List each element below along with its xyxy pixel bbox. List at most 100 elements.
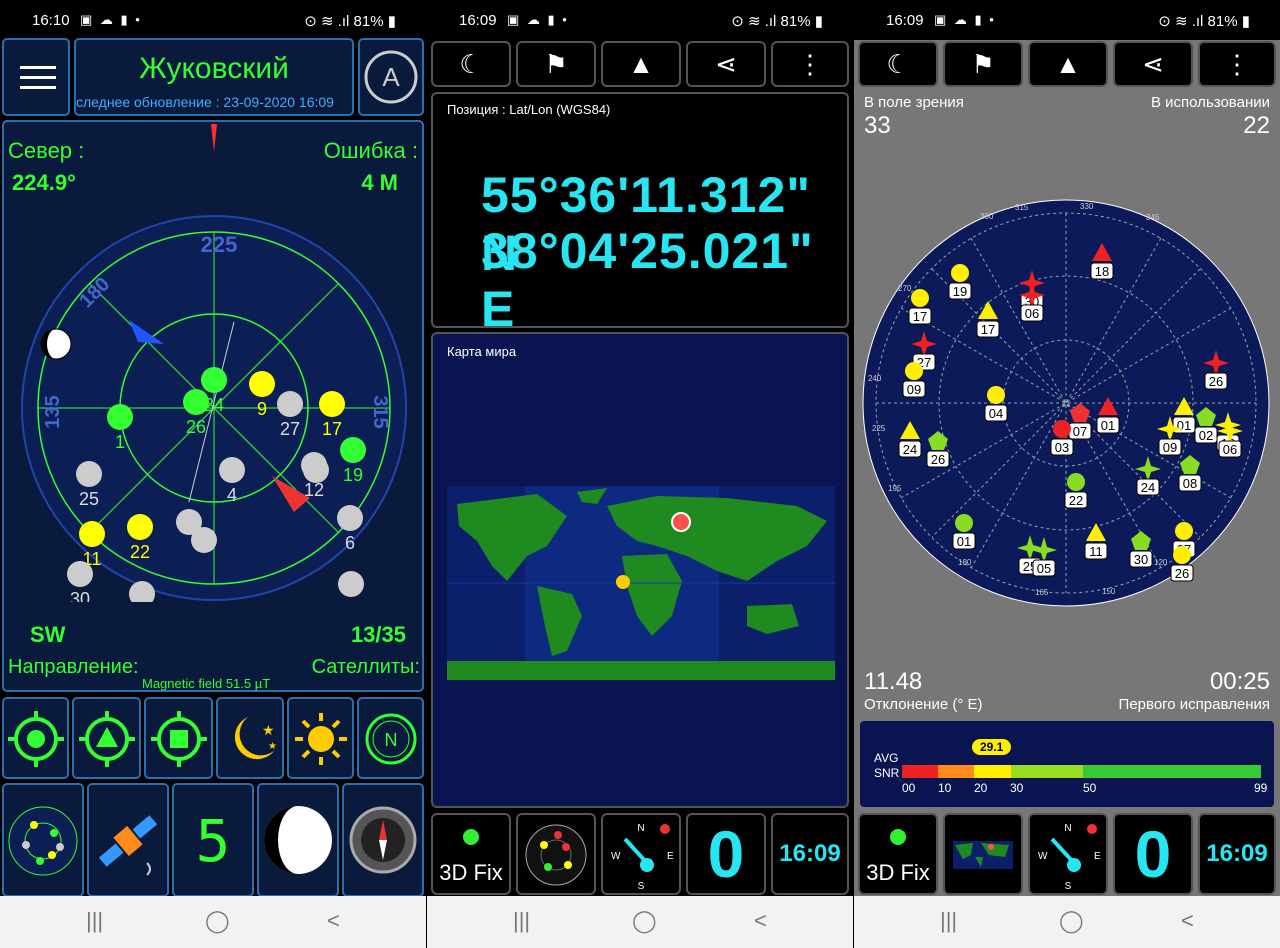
satellite-marker bbox=[337, 505, 363, 531]
satellite-label: 09 bbox=[1163, 440, 1177, 455]
sun-icon bbox=[295, 713, 347, 765]
svg-text:N: N bbox=[385, 730, 398, 750]
satellite-marker bbox=[219, 457, 245, 483]
snr-tick-label: 20 bbox=[974, 781, 988, 795]
back-icon[interactable]: < bbox=[327, 908, 340, 934]
satellite-count-button[interactable]: 0 bbox=[686, 813, 766, 895]
satellite-label: 07 bbox=[1073, 424, 1087, 439]
system-nav-bar: ||| ◯ < bbox=[854, 896, 1280, 948]
satellite-label: 05 bbox=[1037, 561, 1051, 576]
location-header: Жуковский следнее обновление : 23-09-202… bbox=[74, 38, 354, 116]
tick-135: 135 bbox=[42, 395, 64, 428]
target-triangle-button[interactable] bbox=[72, 697, 141, 779]
satellite-label: 6 bbox=[345, 533, 355, 553]
more-menu-button[interactable]: ⋮ bbox=[771, 41, 849, 87]
status-battery: ⊙ ≋ .ıl 81% ▮ bbox=[731, 13, 823, 30]
sky-degree-label: 165 bbox=[1035, 588, 1049, 597]
satellite-label: 30 bbox=[70, 589, 90, 602]
day-mode-button[interactable] bbox=[287, 697, 354, 779]
in-view-value: 33 bbox=[864, 112, 891, 139]
status-battery: ⊙ ≋ .ıl 81% ▮ bbox=[304, 13, 396, 30]
satellite-marker bbox=[1053, 420, 1071, 438]
snr-bar bbox=[902, 765, 1261, 778]
night-mode-button[interactable]: ☾ bbox=[858, 41, 938, 87]
person-flag-button[interactable]: ⚑ bbox=[943, 41, 1023, 87]
navigation-button[interactable]: ▲ bbox=[1028, 41, 1108, 87]
satellites-value: 13/35 bbox=[350, 622, 406, 647]
avg-label: AVG bbox=[874, 751, 899, 765]
target-square-button[interactable] bbox=[144, 697, 213, 779]
compass-button[interactable]: N S W E bbox=[1028, 813, 1108, 895]
compass-button[interactable]: N bbox=[357, 697, 424, 779]
sky-tile[interactable] bbox=[2, 783, 84, 897]
screen-gps-compass: 16:10 ▣ ☁ ▮ • ⊙ ≋ .ıl 81% ▮ Жуковский сл… bbox=[0, 0, 426, 948]
back-icon[interactable]: < bbox=[1181, 908, 1194, 934]
share-icon: ⋖ bbox=[715, 49, 737, 79]
satellite-marker bbox=[277, 391, 303, 417]
share-button[interactable]: ⋖ bbox=[1113, 41, 1193, 87]
satellite-label: 01 bbox=[957, 534, 971, 549]
navigation-button[interactable]: ▲ bbox=[601, 41, 681, 87]
position-title: Позиция : Lat/Lon (WGS84) bbox=[447, 102, 611, 117]
clock-button[interactable]: 16:09 bbox=[1198, 813, 1276, 895]
speed-tile[interactable]: 5 bbox=[172, 783, 254, 897]
snr-panel: AVG SNR 29.1 00 10 20 30 50 99 bbox=[858, 719, 1276, 809]
clock-button[interactable]: 16:09 bbox=[771, 813, 849, 895]
night-mode-button[interactable]: ★ ★ bbox=[216, 697, 284, 779]
recent-apps-icon[interactable]: ||| bbox=[940, 908, 957, 934]
count-value: 0 bbox=[707, 817, 745, 891]
sky-degree-label: 150 bbox=[1102, 587, 1116, 596]
satellite-label: 24 bbox=[903, 442, 917, 457]
sky-view-button[interactable] bbox=[516, 813, 596, 895]
altitude-button[interactable]: A bbox=[358, 38, 424, 116]
home-icon[interactable]: ◯ bbox=[632, 908, 657, 934]
satellite-label: 01 bbox=[1177, 418, 1191, 433]
night-mode-button[interactable]: ☾ bbox=[431, 41, 511, 87]
clock-value: 16:09 bbox=[779, 840, 841, 867]
back-icon[interactable]: < bbox=[754, 908, 767, 934]
status-time: 16:10 bbox=[32, 12, 70, 29]
declination-label: Отклонение (° E) bbox=[864, 696, 983, 713]
satellite-marker bbox=[191, 527, 217, 553]
home-icon[interactable]: ◯ bbox=[205, 908, 230, 934]
home-icon[interactable]: ◯ bbox=[1059, 908, 1084, 934]
in-use-label: В использовании bbox=[1151, 94, 1270, 111]
menu-button[interactable] bbox=[2, 38, 70, 116]
status-time: 16:09 bbox=[886, 12, 924, 29]
person-flag-button[interactable]: ⚑ bbox=[516, 41, 596, 87]
svg-text:★: ★ bbox=[262, 722, 275, 738]
satellite-label: 18 bbox=[341, 599, 361, 602]
satellite-marker bbox=[987, 386, 1005, 404]
recent-apps-icon[interactable]: ||| bbox=[86, 908, 103, 934]
more-menu-button[interactable]: ⋮ bbox=[1198, 41, 1276, 87]
satellite-marker bbox=[911, 289, 929, 307]
satellite-label: 25 bbox=[79, 489, 99, 509]
compass-button[interactable]: N S W E bbox=[601, 813, 681, 895]
recent-apps-icon[interactable]: ||| bbox=[513, 908, 530, 934]
svg-text:★: ★ bbox=[268, 741, 277, 752]
satellite-label: 26 bbox=[1175, 566, 1189, 581]
fix-status-button[interactable]: 3D Fix bbox=[858, 813, 938, 895]
sky-degree-label: 225 bbox=[872, 424, 886, 433]
hamburger-icon bbox=[20, 66, 56, 89]
screen-position: 16:09 ▣ ☁ ▮ • ⊙ ≋ .ıl 81% ▮ ☾ ⚑ ▲ ⋖ ⋮ По… bbox=[427, 0, 853, 948]
position-panel: Позиция : Lat/Lon (WGS84) 55°36'11.312" … bbox=[431, 92, 849, 337]
sky-degree-label: 330 bbox=[1080, 202, 1094, 211]
satellite-count-button[interactable]: 0 bbox=[1113, 813, 1193, 895]
share-button[interactable]: ⋖ bbox=[686, 41, 766, 87]
target-circle-button[interactable] bbox=[2, 697, 69, 779]
fix-status-button[interactable]: 3D Fix bbox=[431, 813, 511, 895]
satellite-label: 24 bbox=[1141, 480, 1155, 495]
sky-degree-label: 240 bbox=[868, 374, 882, 383]
world-map-button[interactable] bbox=[943, 813, 1023, 895]
compass-dial-tile[interactable] bbox=[342, 783, 424, 897]
status-bar: 16:10 ▣ ☁ ▮ • ⊙ ≋ .ıl 81% ▮ bbox=[0, 0, 426, 40]
in-view-label: В поле зрения bbox=[864, 94, 964, 111]
current-location-marker bbox=[671, 512, 691, 532]
moon-tile[interactable] bbox=[257, 783, 339, 897]
satellite-marker bbox=[201, 367, 227, 393]
notification-icons: ▣ ☁ ▮ • bbox=[507, 12, 569, 27]
satellite-label: 22 bbox=[1069, 493, 1083, 508]
satellite-tile[interactable] bbox=[87, 783, 169, 897]
satellite-marker bbox=[1175, 522, 1193, 540]
